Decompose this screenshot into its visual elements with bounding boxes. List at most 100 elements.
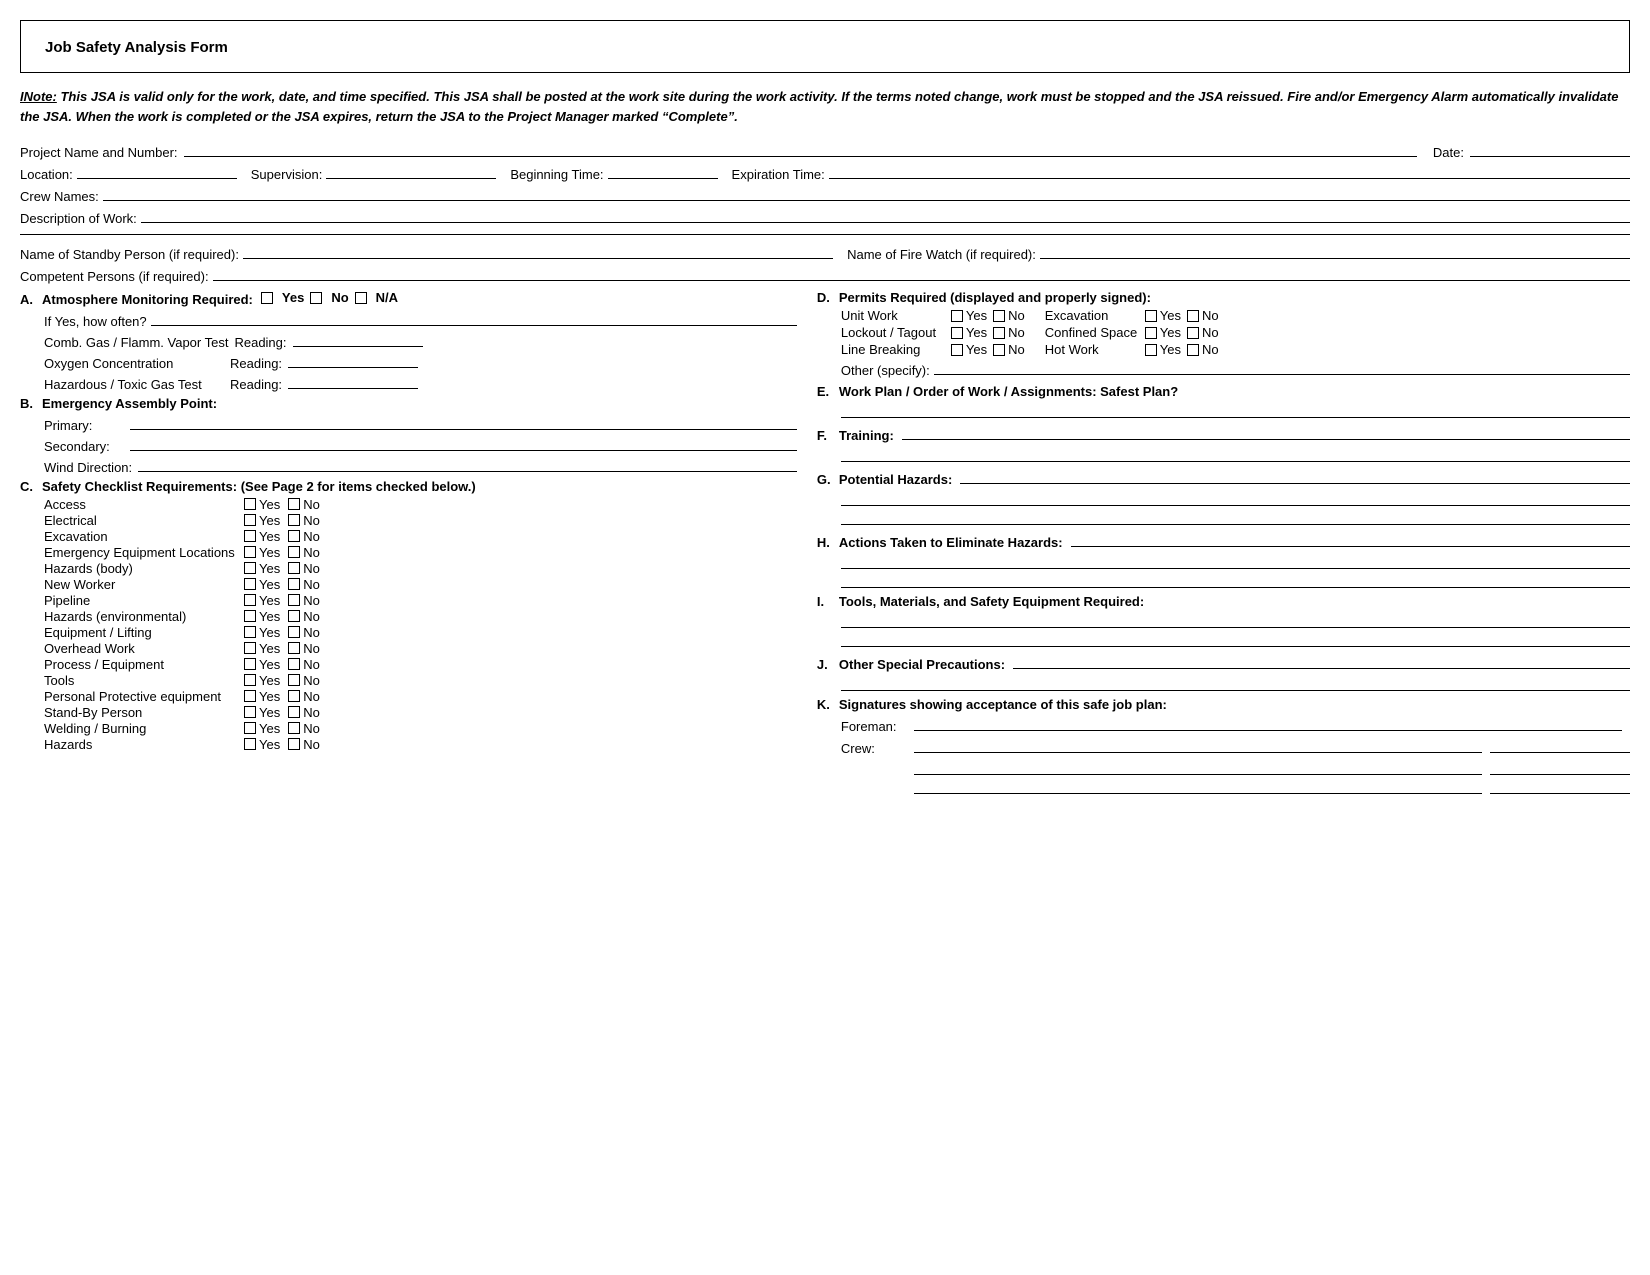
checkbox-excavation-yes[interactable] [244, 530, 256, 542]
checkbox-lt-no[interactable] [993, 327, 1005, 339]
desc-label: Description of Work: [20, 211, 137, 226]
g-line-2 [841, 490, 1630, 506]
reading-line-3 [288, 373, 418, 389]
checkbox-ppe-no[interactable] [288, 690, 300, 702]
checklist-process-equip-label: Process / Equipment [44, 657, 244, 672]
checkbox-electrical-no[interactable] [288, 514, 300, 526]
checkbox-tools-yes[interactable] [244, 674, 256, 686]
checkbox-el-no[interactable] [288, 626, 300, 638]
checkbox-wb-yes[interactable] [244, 722, 256, 734]
checkbox-haz-no[interactable] [288, 738, 300, 750]
checklist-electrical: Electrical Yes No [44, 513, 797, 528]
assembly-primary: Primary: [44, 414, 797, 433]
checkbox-ppe-yes[interactable] [244, 690, 256, 702]
checkbox-pe-no[interactable] [288, 658, 300, 670]
checkbox-sbp-yes[interactable] [244, 706, 256, 718]
form-title: Job Safety Analysis Form [45, 39, 1605, 56]
project-label: Project Name and Number: [20, 145, 178, 160]
section-d-letter: D. [817, 290, 833, 305]
checkbox-he-no[interactable] [288, 610, 300, 622]
checkbox-eel-yes[interactable] [244, 546, 256, 558]
section-g: G. Potential Hazards: [817, 468, 1630, 525]
label-yes-tools: Yes [259, 673, 280, 688]
label-yes-uw: Yes [966, 308, 987, 323]
d-exc-label: Excavation [1045, 308, 1145, 323]
checkbox-dexc-yes[interactable] [1145, 310, 1157, 322]
checkbox-hw-no[interactable] [1187, 344, 1199, 356]
checkbox-he-yes[interactable] [244, 610, 256, 622]
d-unit-label: Unit Work [841, 308, 951, 323]
label-no-uw: No [1008, 308, 1025, 323]
checkbox-lb-no[interactable] [993, 344, 1005, 356]
label-no-dexc: No [1202, 308, 1219, 323]
desc-line [141, 207, 1630, 223]
date-line [1470, 141, 1630, 157]
checkbox-wb-no[interactable] [288, 722, 300, 734]
checkbox-a-yes[interactable] [261, 292, 273, 304]
checkbox-tools-no[interactable] [288, 674, 300, 686]
competent-line [213, 265, 1630, 281]
checkbox-pl-no[interactable] [288, 594, 300, 606]
checkbox-pl-yes[interactable] [244, 594, 256, 606]
checklist-hazards-body: Hazards (body) Yes No [44, 561, 797, 576]
checkbox-uw-yes[interactable] [951, 310, 963, 322]
checkbox-hb-yes[interactable] [244, 562, 256, 574]
checkbox-cs-yes[interactable] [1145, 327, 1157, 339]
checkbox-electrical-yes[interactable] [244, 514, 256, 526]
checkbox-access-yes[interactable] [244, 498, 256, 510]
note-block: INote: This JSA is valid only for the wo… [20, 87, 1630, 127]
checklist-excavation: Excavation Yes No [44, 529, 797, 544]
section-f-row: F. Training: [817, 424, 1630, 443]
reading-text-1: Reading: [234, 335, 286, 350]
checklist-process-equip: Process / Equipment Yes No [44, 657, 797, 672]
label-no-eel: No [303, 545, 320, 560]
sig-crew-line-3b [1490, 778, 1630, 794]
d-hotwork-label: Hot Work [1045, 342, 1145, 357]
section-g-title: Potential Hazards: [839, 472, 952, 487]
reading-label-3: Hazardous / Toxic Gas Test [44, 377, 224, 392]
checkbox-ow-no[interactable] [288, 642, 300, 654]
checkbox-nw-yes[interactable] [244, 578, 256, 590]
checkbox-uw-no[interactable] [993, 310, 1005, 322]
checkbox-ow-yes[interactable] [244, 642, 256, 654]
checkbox-cs-no[interactable] [1187, 327, 1199, 339]
sig-crew-label: Crew: [841, 741, 906, 756]
checkbox-a-no[interactable] [310, 292, 322, 304]
label-yes-lb: Yes [966, 342, 987, 357]
sig-crew-row-2 [841, 759, 1630, 775]
checkbox-hw-yes[interactable] [1145, 344, 1157, 356]
label-yes-nw: Yes [259, 577, 280, 592]
label-no-he: No [303, 609, 320, 624]
label-no-ow: No [303, 641, 320, 656]
checkbox-el-yes[interactable] [244, 626, 256, 638]
label-no-pl: No [303, 593, 320, 608]
checkbox-nw-no[interactable] [288, 578, 300, 590]
date-label: Date: [1433, 145, 1464, 160]
checkbox-eel-no[interactable] [288, 546, 300, 558]
section-b-title: Emergency Assembly Point: [42, 396, 217, 411]
section-i: I. Tools, Materials, and Safety Equipmen… [817, 594, 1630, 647]
note-body: This JSA is valid only for the work, dat… [20, 89, 1618, 124]
label-no-lb: No [1008, 342, 1025, 357]
beginning-line [608, 163, 718, 179]
checkbox-access-no[interactable] [288, 498, 300, 510]
title-box: Job Safety Analysis Form [20, 20, 1630, 73]
checkbox-a-na[interactable] [355, 292, 367, 304]
section-d-title: Permits Required (displayed and properly… [839, 290, 1151, 305]
checkbox-hb-no[interactable] [288, 562, 300, 574]
checkbox-lt-yes[interactable] [951, 327, 963, 339]
checklist-hazards-env: Hazards (environmental) Yes No [44, 609, 797, 624]
note-prefix: INote: [20, 89, 57, 104]
checkbox-pe-yes[interactable] [244, 658, 256, 670]
checkbox-sbp-no[interactable] [288, 706, 300, 718]
section-f-letter: F. [817, 428, 833, 443]
checklist-emergency-equip: Emergency Equipment Locations Yes No [44, 545, 797, 560]
section-f: F. Training: [817, 424, 1630, 462]
checkbox-dexc-no[interactable] [1187, 310, 1199, 322]
label-yes-el: Yes [259, 625, 280, 640]
checkbox-haz-yes[interactable] [244, 738, 256, 750]
supervision-label: Supervision: [251, 167, 323, 182]
checkbox-lb-yes[interactable] [951, 344, 963, 356]
label-no-cs: No [1202, 325, 1219, 340]
checkbox-excavation-no[interactable] [288, 530, 300, 542]
